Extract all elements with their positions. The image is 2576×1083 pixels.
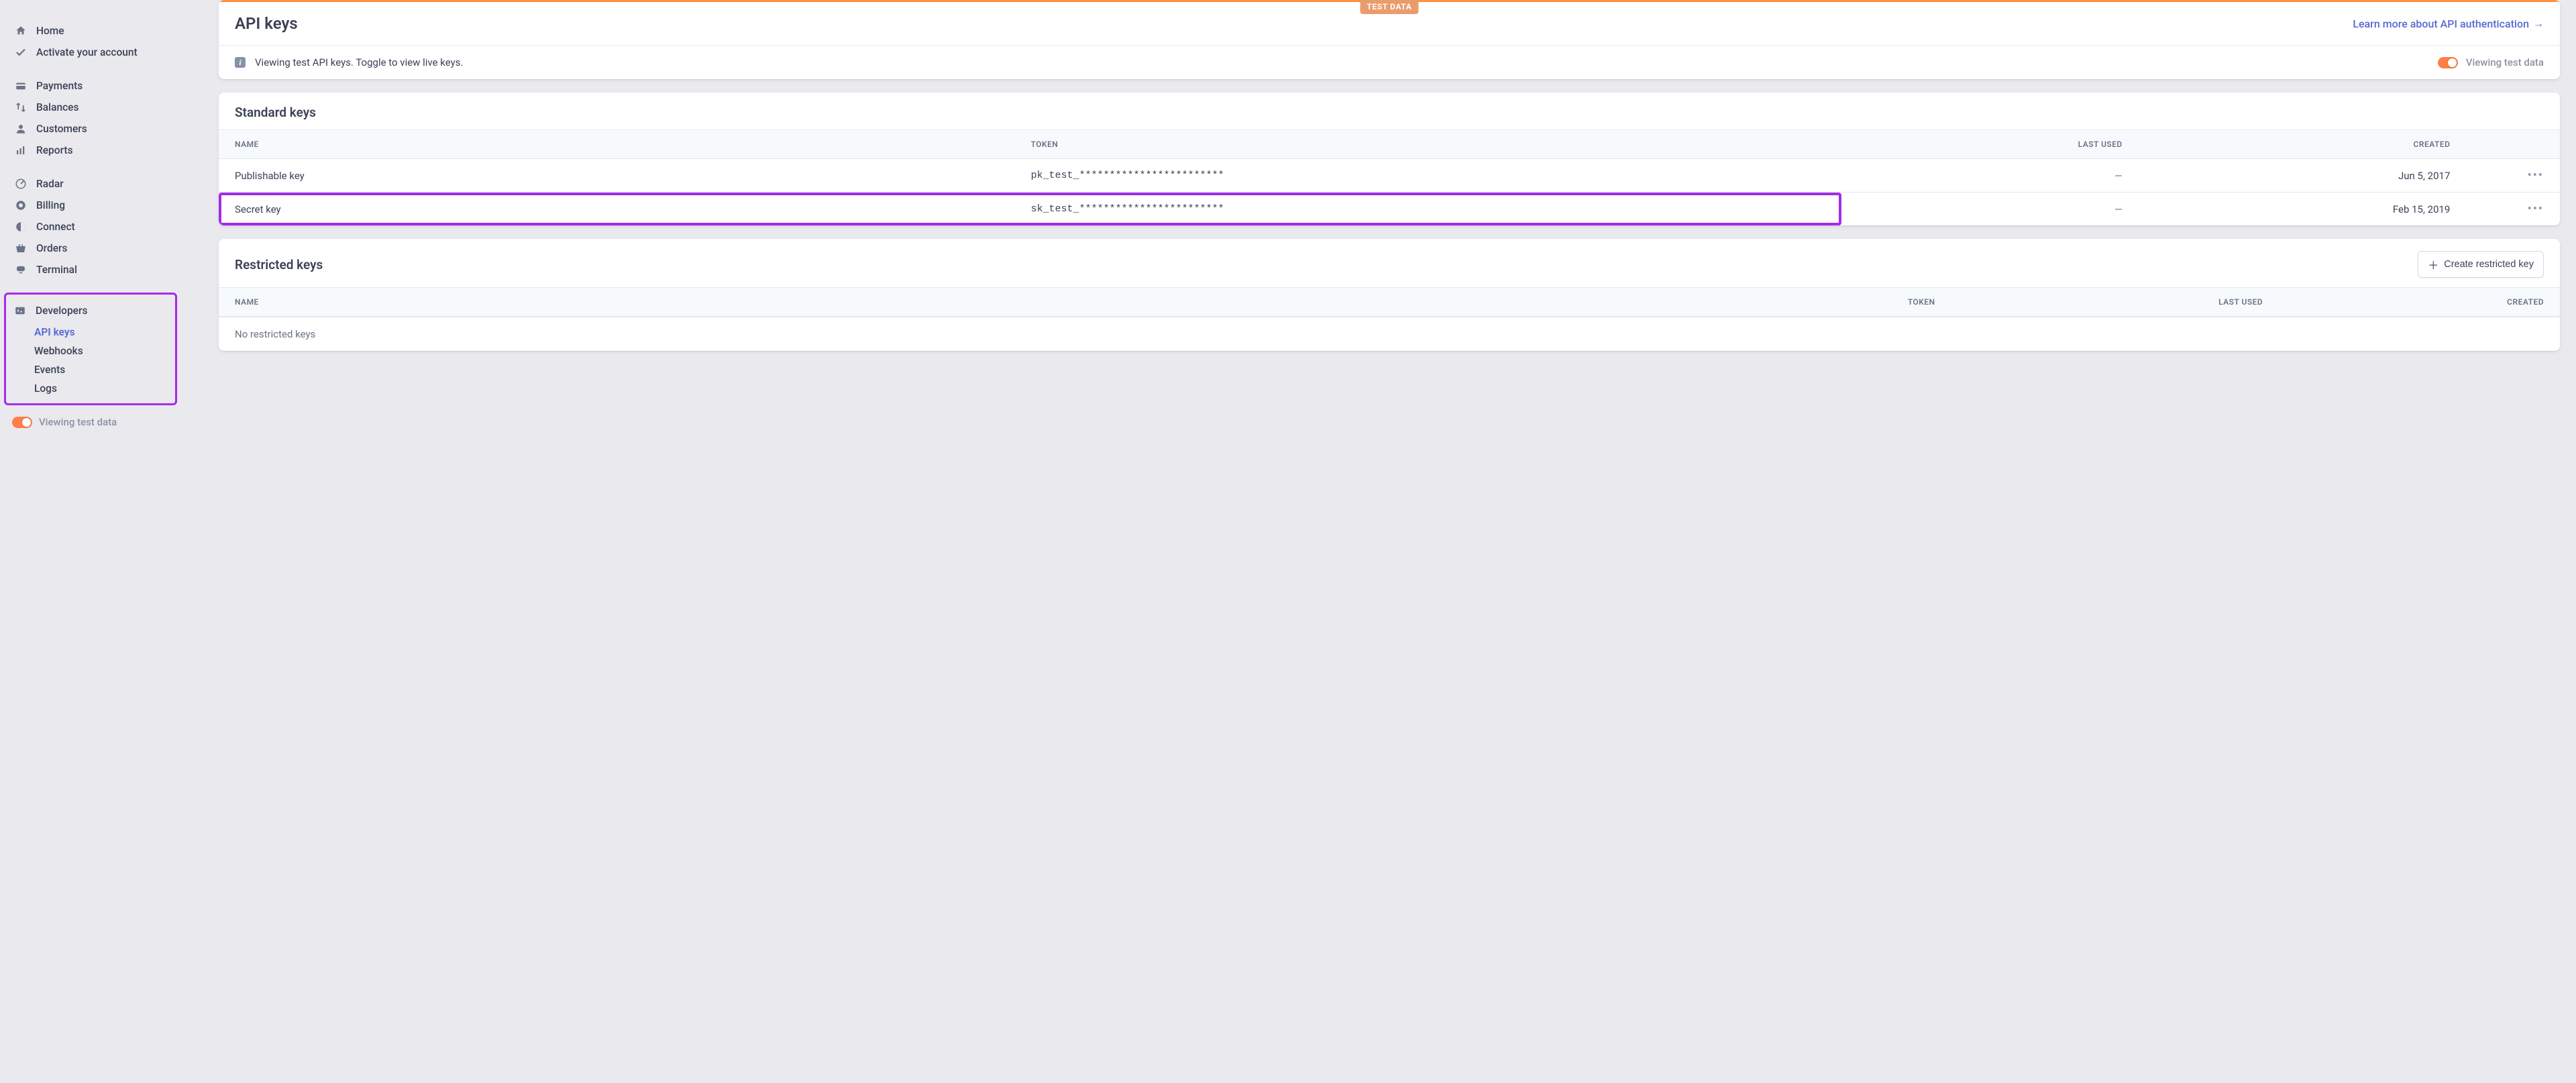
more-icon[interactable]: ••• bbox=[2528, 168, 2544, 183]
col-name: NAME bbox=[219, 130, 1015, 159]
sidebar-item-terminal[interactable]: Terminal bbox=[9, 259, 172, 280]
billing-icon bbox=[15, 199, 27, 211]
sidebar-item-label: Home bbox=[36, 25, 64, 37]
sidebar-item-label: Radar bbox=[36, 178, 64, 190]
restricted-keys-card: Restricted keys ＋ Create restricted key … bbox=[219, 239, 2560, 351]
check-icon bbox=[15, 46, 27, 58]
col-last-used: LAST USED bbox=[1858, 130, 2139, 159]
sidebar-item-label: Orders bbox=[36, 242, 68, 254]
sidebar-item-activate[interactable]: Activate your account bbox=[9, 42, 172, 63]
sidebar-item-label: Billing bbox=[36, 199, 65, 211]
standard-keys-title: Standard keys bbox=[235, 105, 316, 120]
table-row: Publishable keypk_test_*****************… bbox=[219, 159, 2560, 193]
sidebar-sub-events[interactable]: Events bbox=[34, 360, 172, 379]
sidebar-item-connect[interactable]: Connect bbox=[9, 216, 172, 238]
transfer-icon bbox=[15, 101, 27, 113]
sidebar-item-label: Terminal bbox=[36, 264, 77, 276]
viewing-test-label: Viewing test data bbox=[39, 416, 117, 428]
key-name: Secret key bbox=[219, 193, 1015, 226]
test-mode-toggle[interactable] bbox=[12, 417, 32, 428]
key-created: Feb 15, 2019 bbox=[2139, 193, 2467, 226]
more-icon[interactable]: ••• bbox=[2528, 202, 2544, 216]
rcol-token: TOKEN bbox=[1717, 288, 1951, 317]
rcol-name: NAME bbox=[219, 288, 1717, 317]
restricted-keys-empty: No restricted keys bbox=[219, 317, 2560, 351]
sidebar-sub-api-keys[interactable]: API keys bbox=[34, 323, 172, 342]
chart-icon bbox=[15, 144, 27, 156]
developers-highlight: Developers API keys Webhooks Events Logs bbox=[4, 293, 177, 405]
rcol-created: CREATED bbox=[2279, 288, 2560, 317]
sidebar-item-label: Balances bbox=[36, 101, 78, 113]
info-text: Viewing test API keys. Toggle to view li… bbox=[255, 56, 463, 68]
key-created: Jun 5, 2017 bbox=[2139, 159, 2467, 193]
header-viewing-test-label: Viewing test data bbox=[2466, 56, 2544, 68]
user-icon bbox=[15, 123, 27, 135]
wallet-icon bbox=[15, 80, 27, 92]
connect-icon bbox=[15, 221, 27, 233]
code-icon bbox=[14, 305, 26, 317]
learn-more-link[interactable]: Learn more about API authentication → bbox=[2353, 17, 2544, 30]
arrow-right-icon: → bbox=[2533, 17, 2544, 30]
sidebar-item-radar[interactable]: Radar bbox=[9, 173, 172, 195]
col-token: TOKEN bbox=[1015, 130, 1858, 159]
sidebar-viewing-test: Viewing test data bbox=[9, 416, 172, 428]
sidebar-item-label: Payments bbox=[36, 80, 83, 92]
sidebar-item-developers[interactable]: Developers bbox=[9, 300, 172, 321]
sidebar-item-balances[interactable]: Balances bbox=[9, 97, 172, 118]
radar-icon bbox=[15, 178, 27, 190]
sidebar-item-label: Customers bbox=[36, 123, 87, 135]
terminal-hw-icon bbox=[15, 264, 27, 276]
key-token[interactable]: sk_test_************************ bbox=[1015, 193, 1858, 226]
col-created: CREATED bbox=[2139, 130, 2467, 159]
sidebar: Home Activate your account Payments bbox=[0, 0, 181, 443]
create-restricted-key-label: Create restricted key bbox=[2444, 259, 2534, 270]
key-name: Publishable key bbox=[219, 159, 1015, 193]
learn-more-label: Learn more about API authentication bbox=[2353, 17, 2529, 30]
key-last-used: — bbox=[1858, 193, 2139, 226]
sidebar-item-payments[interactable]: Payments bbox=[9, 75, 172, 97]
basket-icon bbox=[15, 242, 27, 254]
sidebar-item-label: Connect bbox=[36, 221, 75, 233]
standard-keys-card: Standard keys NAME TOKEN LAST USED CREAT… bbox=[219, 93, 2560, 225]
sidebar-sub-logs[interactable]: Logs bbox=[34, 379, 172, 398]
sidebar-item-customers[interactable]: Customers bbox=[9, 118, 172, 140]
sidebar-item-billing[interactable]: Billing bbox=[9, 195, 172, 216]
create-restricted-key-button[interactable]: ＋ Create restricted key bbox=[2418, 251, 2544, 278]
standard-keys-table: NAME TOKEN LAST USED CREATED Publishable… bbox=[219, 130, 2560, 225]
sidebar-item-label: Reports bbox=[36, 144, 73, 156]
sidebar-item-orders[interactable]: Orders bbox=[9, 238, 172, 259]
home-icon bbox=[15, 25, 27, 37]
key-token[interactable]: pk_test_************************ bbox=[1015, 159, 1858, 193]
info-icon: i bbox=[235, 57, 246, 68]
page-title: API keys bbox=[235, 14, 298, 33]
sidebar-item-reports[interactable]: Reports bbox=[9, 140, 172, 161]
table-row: Secret keysk_test_**********************… bbox=[219, 193, 2560, 226]
restricted-keys-table: NAME TOKEN LAST USED CREATED bbox=[219, 287, 2560, 317]
sidebar-item-label: Activate your account bbox=[36, 46, 138, 58]
sidebar-item-label: Developers bbox=[36, 305, 87, 317]
view-live-toggle[interactable] bbox=[2438, 57, 2458, 68]
plus-icon: ＋ bbox=[2428, 256, 2438, 272]
sidebar-sub-webhooks[interactable]: Webhooks bbox=[34, 342, 172, 360]
header-card: TEST DATA API keys Learn more about API … bbox=[219, 0, 2560, 79]
key-last-used: — bbox=[1858, 159, 2139, 193]
sidebar-item-home[interactable]: Home bbox=[9, 20, 172, 42]
restricted-keys-title: Restricted keys bbox=[235, 257, 323, 272]
rcol-last-used: LAST USED bbox=[1951, 288, 2279, 317]
main-content: TEST DATA API keys Learn more about API … bbox=[181, 0, 2576, 443]
